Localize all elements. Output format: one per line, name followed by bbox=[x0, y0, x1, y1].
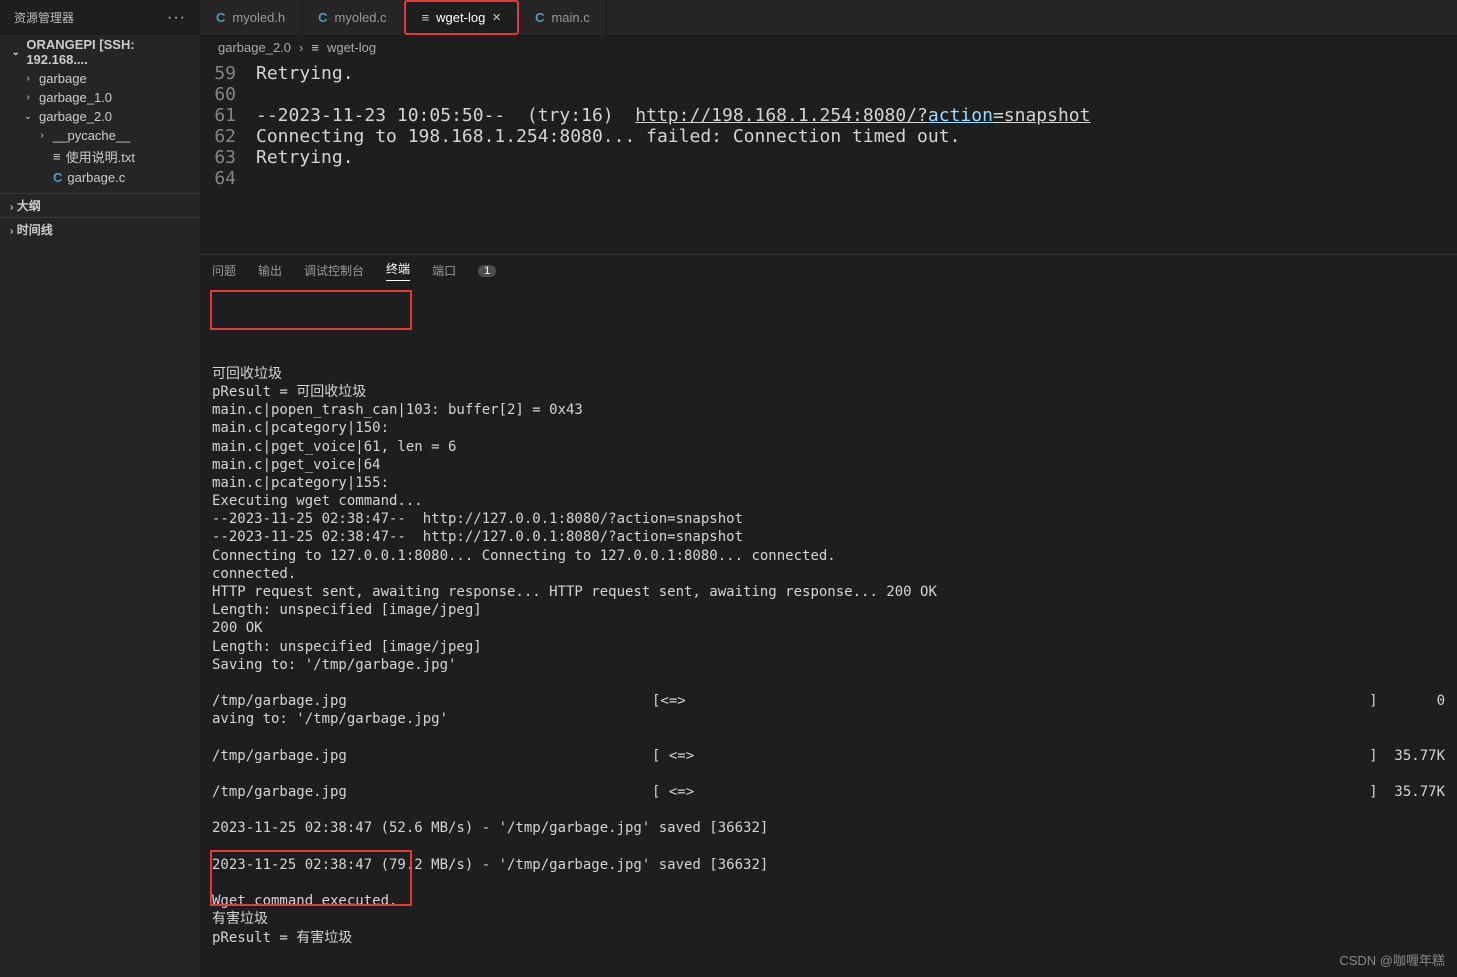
terminal-line: Connecting to 127.0.0.1:8080... Connecti… bbox=[212, 547, 1445, 565]
terminal-line: main.c|pget_voice|61, len = 6 bbox=[212, 438, 1445, 456]
timeline-section[interactable]: › 时间线 bbox=[0, 217, 200, 241]
terminal-line: main.c|pcategory|155: bbox=[212, 474, 1445, 492]
chevron-icon: ⌄ bbox=[22, 111, 34, 122]
line-number: 63 bbox=[200, 147, 256, 168]
terminal-line: /tmp/garbage.jpg[ <=>] 35.77K bbox=[212, 747, 1445, 765]
chevron-icon: › bbox=[22, 92, 34, 103]
terminal-line: main.c|pget_voice|64 bbox=[212, 456, 1445, 474]
tree-item[interactable]: ›garbage bbox=[0, 69, 200, 88]
terminal-line: --2023-11-25 02:38:47-- http://127.0.0.1… bbox=[212, 510, 1445, 528]
line-number: 59 bbox=[200, 63, 256, 84]
panel-tabs: 问题 输出 调试控制台 终端 端口 1 bbox=[200, 254, 1457, 286]
code-line: --2023-11-23 10:05:50-- (try:16) http://… bbox=[256, 105, 1090, 126]
terminal-line: Length: unspecified [image/jpeg] bbox=[212, 601, 1445, 619]
remote-host[interactable]: ⌄ORANGEPI [SSH: 192.168.... bbox=[0, 35, 200, 69]
outline-section[interactable]: › 大纲 bbox=[0, 193, 200, 217]
explorer-title: 资源管理器 bbox=[14, 9, 74, 26]
terminal-line: /tmp/garbage.jpg[ <=>] 35.77K bbox=[212, 783, 1445, 801]
terminal-line: Executing wget command... bbox=[212, 492, 1445, 510]
line-number: 62 bbox=[200, 126, 256, 147]
code-line: Retrying. bbox=[256, 147, 354, 168]
breadcrumb[interactable]: garbage_2.0 › ≡ wget-log bbox=[200, 35, 1457, 59]
terminal-line: --2023-11-25 02:38:47-- http://127.0.0.1… bbox=[212, 528, 1445, 546]
panel-tab[interactable]: 端口 bbox=[432, 262, 456, 279]
highlight-box bbox=[210, 290, 412, 330]
tree-item[interactable]: ›__pycache__ bbox=[0, 126, 200, 145]
terminal-line: main.c|pcategory|150: bbox=[212, 419, 1445, 437]
file-icon: ≡ bbox=[53, 149, 61, 164]
highlight-box bbox=[210, 850, 412, 906]
terminal-line: HTTP request sent, awaiting response... … bbox=[212, 583, 1445, 601]
line-number: 60 bbox=[200, 84, 256, 105]
terminal-line: 200 OK bbox=[212, 619, 1445, 637]
line-number: 61 bbox=[200, 105, 256, 126]
tab-main.c[interactable]: Cmain.c bbox=[519, 0, 607, 35]
tree-item[interactable]: ⌄garbage_2.0 bbox=[0, 107, 200, 126]
terminal-line: connected. bbox=[212, 565, 1445, 583]
terminal-line: /tmp/garbage.jpg[<=>] 0 bbox=[212, 692, 1445, 710]
terminal-line bbox=[212, 674, 1445, 692]
terminal-line: 2023-11-25 02:38:47 (52.6 MB/s) - '/tmp/… bbox=[212, 819, 1445, 837]
panel-tab[interactable]: 调试控制台 bbox=[304, 262, 364, 279]
tree-item[interactable]: ≡使用说明.txt bbox=[0, 145, 200, 168]
more-icon[interactable]: ··· bbox=[167, 9, 186, 27]
editor[interactable]: 59Retrying.6061--2023-11-23 10:05:50-- (… bbox=[200, 59, 1457, 254]
code-line: Connecting to 198.168.1.254:8080... fail… bbox=[256, 126, 960, 147]
explorer-header: 资源管理器 ··· bbox=[0, 0, 200, 35]
file-icon: C bbox=[535, 10, 544, 25]
terminal-line: Length: unspecified [image/jpeg] bbox=[212, 638, 1445, 656]
tab-wget-log[interactable]: ≡wget-log× bbox=[404, 0, 520, 35]
panel-tab[interactable]: 输出 bbox=[258, 262, 282, 279]
terminal-line: 有害垃圾 bbox=[212, 910, 1445, 928]
file-icon: C bbox=[318, 10, 327, 25]
file-icon: ≡ bbox=[311, 40, 319, 55]
terminal-line: main.c|popen_trash_can|103: buffer[2] = … bbox=[212, 401, 1445, 419]
file-icon: C bbox=[216, 10, 225, 25]
code-line: Retrying. bbox=[256, 63, 354, 84]
line-number: 64 bbox=[200, 168, 256, 189]
panel-tab[interactable]: 问题 bbox=[212, 262, 236, 279]
terminal-line: Saving to: '/tmp/garbage.jpg' bbox=[212, 656, 1445, 674]
terminal-line: pResult = 可回收垃圾 bbox=[212, 383, 1445, 401]
file-icon: C bbox=[53, 170, 62, 185]
panel-tab[interactable]: 终端 bbox=[386, 260, 410, 281]
tree-item[interactable]: Cgarbage.c bbox=[0, 168, 200, 187]
tab-myoled.h[interactable]: Cmyoled.h bbox=[200, 0, 302, 35]
port-badge: 1 bbox=[478, 265, 496, 277]
tab-myoled.c[interactable]: Cmyoled.c bbox=[302, 0, 403, 35]
terminal-line: 可回收垃圾 bbox=[212, 365, 1445, 383]
file-icon: ≡ bbox=[422, 10, 430, 25]
terminal[interactable]: 可回收垃圾pResult = 可回收垃圾main.c|popen_trash_c… bbox=[200, 286, 1457, 977]
terminal-line: pResult = 有害垃圾 bbox=[212, 929, 1445, 947]
sidebar: ⌄ORANGEPI [SSH: 192.168.... ›garbage›gar… bbox=[0, 35, 200, 977]
close-icon[interactable]: × bbox=[492, 9, 501, 26]
chevron-icon: › bbox=[22, 73, 34, 84]
tab-bar: Cmyoled.hCmyoled.c≡wget-log×Cmain.c bbox=[200, 0, 1457, 35]
watermark: CSDN @咖喱年糕 bbox=[1339, 950, 1445, 969]
chevron-icon: › bbox=[36, 130, 48, 141]
tree-item[interactable]: ›garbage_1.0 bbox=[0, 88, 200, 107]
